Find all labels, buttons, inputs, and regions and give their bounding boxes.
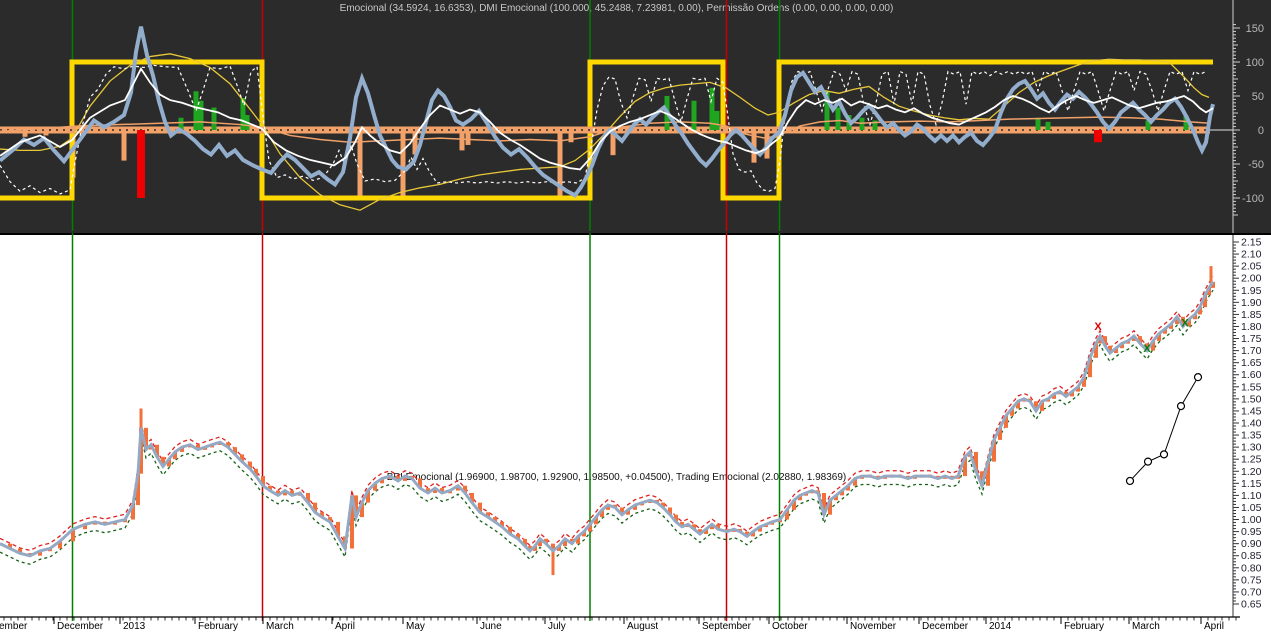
month-label: ember [0, 621, 28, 632]
price-axis-label: 1.70 [1241, 345, 1262, 357]
lower-dashed-band [0, 289, 1214, 565]
indicator-axis-label: 0 [1258, 125, 1264, 137]
price-axis-label: 1.50 [1241, 393, 1262, 405]
indicator-axis-label: -100 [1242, 193, 1264, 205]
price-axis-label: 2.00 [1241, 273, 1262, 285]
sell-signal-x: X [1094, 321, 1102, 333]
emocional-blue [0, 26, 1215, 198]
price-axis-label: 0.75 [1241, 574, 1262, 586]
indicator-axis-label: 100 [1246, 57, 1264, 69]
price-axis-label: 0.70 [1241, 586, 1262, 598]
price-axis-label: 0.65 [1241, 598, 1262, 610]
month-label: February [1064, 621, 1104, 632]
price-axis-label: 1.55 [1241, 381, 1262, 393]
buy-signal-x: X [1181, 317, 1189, 329]
price-axis-label: 1.00 [1241, 514, 1262, 526]
price-axis-label: 1.60 [1241, 369, 1262, 381]
price-axis-label: 0.80 [1241, 562, 1262, 574]
month-label: December [57, 621, 104, 632]
projection-node [1159, 450, 1169, 459]
price-axis-label: 2.10 [1241, 249, 1262, 261]
price-axis-label: 1.15 [1241, 478, 1262, 490]
month-label: August [627, 621, 658, 632]
price-right-axis: 2.152.102.052.001.951.901.851.801.751.70… [1232, 235, 1262, 617]
projection-node [1143, 457, 1153, 466]
indicator-right-axis: 150 100 50 0 -50 -100 [1232, 0, 1264, 233]
month-label: March [1132, 621, 1160, 632]
time-axis: ember December 2013 February March April May Ju… [0, 616, 1240, 632]
price-axis-label: 1.30 [1241, 442, 1262, 454]
month-label: September [702, 621, 752, 632]
indicator-axis-label: 150 [1246, 23, 1264, 35]
price-axis-label: 1.75 [1241, 333, 1262, 345]
price-axis-label: 1.40 [1241, 417, 1262, 429]
month-label: 2013 [123, 621, 146, 632]
price-axis-label: 2.15 [1241, 237, 1262, 249]
projection-node [1176, 402, 1186, 411]
price-axis-label: 1.45 [1241, 405, 1262, 417]
price-axis-label: 1.35 [1241, 430, 1262, 442]
month-label: April [1204, 621, 1224, 632]
indicator-axis-label: 50 [1252, 91, 1264, 103]
price-axis-label: 1.10 [1241, 490, 1262, 502]
month-label: November [850, 621, 897, 632]
chart-canvas[interactable]: 150100500-50-100XXX2.152.102.052.001.951… [0, 0, 1271, 632]
price-axis-label: 1.85 [1241, 309, 1262, 321]
month-label: 2014 [989, 621, 1012, 632]
month-label: March [266, 621, 294, 632]
price-axis-label: 0.95 [1241, 526, 1262, 538]
price-axis-label: 1.65 [1241, 357, 1262, 369]
price-axis-label: 1.80 [1241, 321, 1262, 333]
month-label: July [548, 621, 566, 632]
price-axis-label: 0.90 [1241, 538, 1262, 550]
month-label: May [406, 621, 425, 632]
price-plot: X X X [0, 233, 1215, 621]
month-label: December [922, 621, 969, 632]
indicator-plot [0, 0, 1233, 231]
projection-node [1125, 476, 1135, 486]
price-axis-label: 1.05 [1241, 502, 1262, 514]
price-axis-label: 2.05 [1241, 261, 1262, 273]
trading-chart-window: Emocional (34.5924, 16.6353), DMI Emocio… [0, 0, 1271, 632]
price-axis-label: 0.85 [1241, 550, 1262, 562]
price-axis-label: 1.95 [1241, 285, 1262, 297]
projection-node [1193, 373, 1203, 382]
price-axis-label: 1.25 [1241, 454, 1262, 466]
month-label: February [198, 621, 238, 632]
price-axis-label: 1.90 [1241, 297, 1262, 309]
buy-signal-x: X [1143, 343, 1151, 355]
projection-line [1129, 376, 1199, 482]
month-label: October [772, 621, 808, 632]
price-axis-label: 1.20 [1241, 466, 1262, 478]
month-label: April [335, 621, 355, 632]
month-label: June [480, 621, 502, 632]
indicator-axis-label: -50 [1248, 159, 1264, 171]
